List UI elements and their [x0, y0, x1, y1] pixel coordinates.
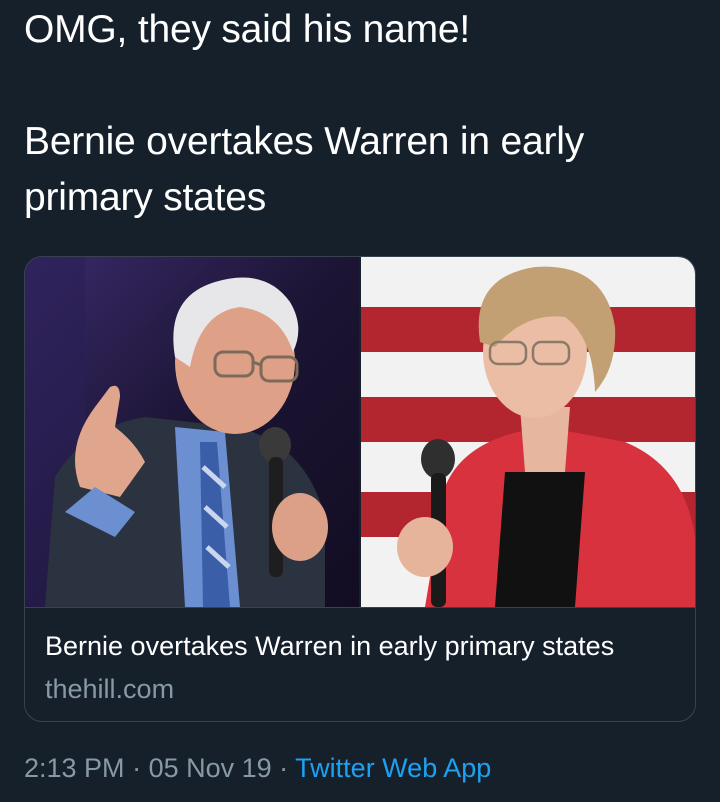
tweet-metadata: 2:13 PM · 05 Nov 19 · Twitter Web App: [24, 753, 491, 784]
link-preview-card[interactable]: Bernie overtakes Warren in early primary…: [24, 256, 696, 722]
source-app-link[interactable]: Twitter Web App: [295, 753, 491, 783]
card-domain: thehill.com: [45, 674, 175, 704]
separator-dot: ·: [271, 753, 296, 783]
tweet-date[interactable]: 05 Nov 19: [149, 753, 272, 783]
tweet[interactable]: OMG, they said his name! Bernie overtake…: [0, 0, 720, 802]
tweet-text: OMG, they said his name! Bernie overtake…: [24, 2, 694, 226]
photo-divider: [359, 257, 361, 607]
tweet-text-line: OMG, they said his name!: [24, 8, 471, 51]
card-body[interactable]: Bernie overtakes Warren in early primary…: [25, 607, 695, 721]
warren-photo: [361, 257, 695, 607]
card-image[interactable]: [25, 257, 695, 607]
card-title[interactable]: Bernie overtakes Warren in early primary…: [45, 631, 614, 662]
bernie-photo: [25, 257, 359, 607]
tweet-text-line: Bernie overtakes Warren in early: [24, 120, 585, 163]
tweet-time[interactable]: 2:13 PM: [24, 753, 125, 783]
separator-dot: ·: [124, 753, 149, 783]
tweet-text-line: primary states: [24, 176, 267, 219]
